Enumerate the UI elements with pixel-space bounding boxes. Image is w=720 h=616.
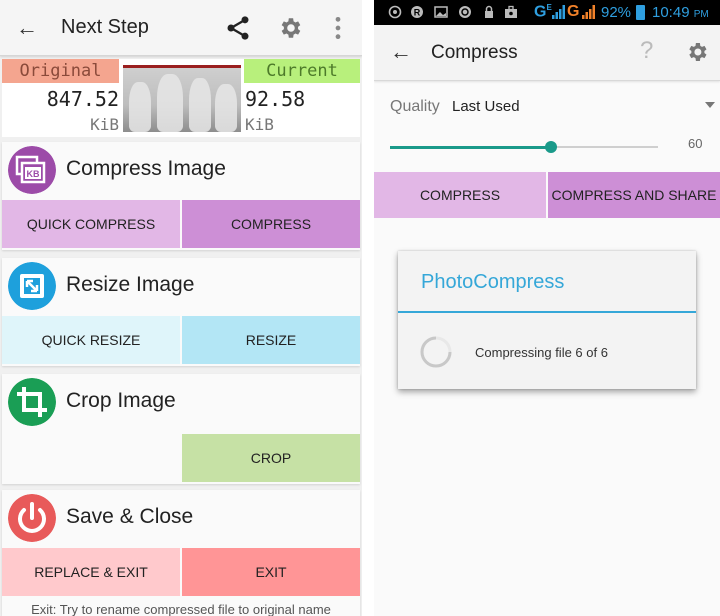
status-bar: R GE G 92% 10:49 PM: [374, 0, 720, 25]
slider-thumb[interactable]: [544, 141, 557, 153]
resize-image-title: Resize Image: [66, 273, 195, 296]
battery-icon: [636, 5, 645, 20]
quick-compress-button[interactable]: QUICK COMPRESS: [2, 200, 180, 248]
quality-value: 60: [688, 136, 703, 151]
current-size-unit: KiB: [245, 115, 274, 134]
original-size-unit: KiB: [90, 115, 119, 134]
quality-label: Quality: [390, 98, 440, 115]
progress-dialog: PhotoCompress Compressing file 6 of 6: [398, 251, 696, 389]
slider-fill: [390, 145, 551, 149]
gear-icon[interactable]: [277, 14, 303, 42]
current-label: Current: [244, 59, 360, 83]
file-size-summary: Original 847.52 KiB Current 92.58 KiB: [2, 59, 360, 137]
original-size-value: 847.52: [46, 87, 119, 111]
original-label: Original: [2, 59, 119, 83]
quality-slider[interactable]: [390, 141, 658, 153]
exit-hint-text: Exit: Try to rename compressed file to o…: [31, 602, 331, 616]
app-bar: ← Compress ?: [374, 25, 720, 81]
crop-button[interactable]: CROP: [182, 434, 360, 482]
compress-kb-icon: KB: [8, 146, 56, 194]
resize-image-card: Resize Image QUICK RESIZE RESIZE: [2, 258, 360, 366]
exit-button[interactable]: EXIT: [182, 548, 360, 596]
compress-button[interactable]: COMPRESS: [182, 200, 360, 248]
more-vert-icon[interactable]: [331, 15, 345, 41]
page-title: Compress: [431, 42, 518, 63]
battery-percent: 92%: [601, 4, 632, 21]
gear-icon[interactable]: [685, 39, 709, 65]
compress-image-card: KB Compress Image QUICK COMPRESS COMPRES…: [2, 142, 360, 250]
sync-icon: [459, 6, 471, 18]
app-icon: R: [411, 6, 423, 18]
loading-spinner-icon: [420, 336, 452, 368]
compress-image-title: Compress Image: [66, 157, 226, 180]
compress-and-share-button[interactable]: COMPRESS AND SHARE: [548, 172, 720, 218]
resize-icon: [8, 262, 56, 310]
compress-screen: R GE G 92% 10:49 PM ← Compress ? Quality…: [374, 0, 720, 616]
quality-preset-select[interactable]: Last Used: [452, 98, 520, 115]
network-indicator-1: GE: [534, 3, 552, 21]
network-indicator-2: G: [567, 3, 580, 20]
next-step-screen: ← Next Step Original 847.52 KiB Current …: [0, 0, 362, 616]
svg-text:R: R: [414, 8, 421, 18]
crop-icon: [8, 378, 56, 426]
lock-icon: [485, 5, 493, 18]
image-thumbnail[interactable]: [123, 65, 241, 132]
share-icon[interactable]: [224, 13, 252, 43]
power-icon: [8, 494, 56, 542]
save-close-title: Save & Close: [66, 505, 194, 528]
dropdown-arrow-icon[interactable]: [705, 102, 715, 108]
quick-resize-button[interactable]: QUICK RESIZE: [2, 316, 180, 364]
resize-button[interactable]: RESIZE: [182, 316, 360, 364]
briefcase-icon: [505, 5, 517, 18]
page-title: Next Step: [61, 16, 149, 38]
dialog-title: PhotoCompress: [421, 271, 565, 293]
crop-image-card: Crop Image CROP: [2, 374, 360, 484]
clock: 10:49 PM: [652, 4, 709, 21]
help-icon[interactable]: ?: [640, 37, 653, 65]
whatsapp-icon: [388, 5, 402, 19]
back-arrow-icon[interactable]: ←: [390, 38, 412, 66]
app-bar: ← Next Step: [0, 0, 362, 56]
back-arrow-icon[interactable]: ←: [16, 14, 42, 42]
save-close-card: Save & Close REPLACE & EXIT EXIT Exit: T…: [2, 490, 360, 616]
progress-message: Compressing file 6 of 6: [475, 345, 608, 360]
signal-icon-1: [552, 5, 565, 19]
crop-image-title: Crop Image: [66, 389, 176, 412]
svg-text:KB: KB: [27, 169, 40, 179]
current-size-value: 92.58: [245, 87, 306, 111]
dialog-divider: [398, 311, 696, 313]
compress-button[interactable]: COMPRESS: [374, 172, 546, 218]
image-icon: [434, 6, 448, 18]
replace-exit-button[interactable]: REPLACE & EXIT: [2, 548, 180, 596]
signal-icon-2: [582, 5, 595, 19]
